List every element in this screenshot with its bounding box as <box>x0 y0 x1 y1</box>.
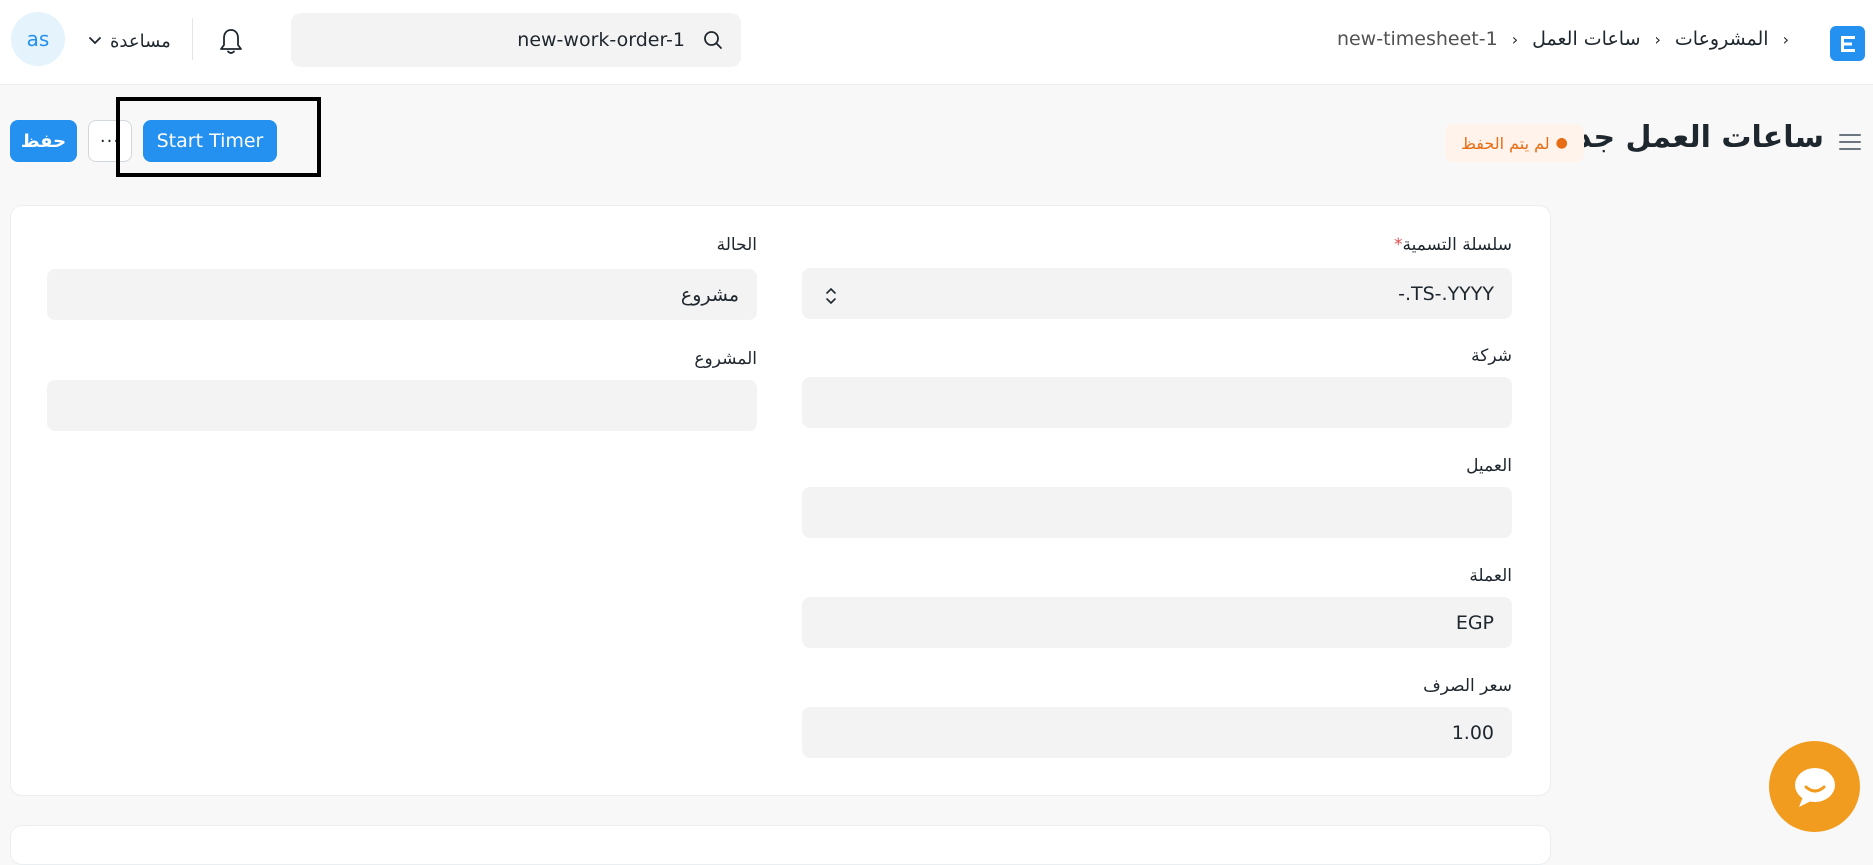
customer-label: العميل <box>1466 456 1512 476</box>
currency-label: العملة <box>1469 566 1512 586</box>
search-bar[interactable] <box>291 13 741 67</box>
next-section-card <box>10 825 1551 865</box>
select-arrows-icon <box>826 287 836 305</box>
status-label: لم يتم الحفظ <box>1461 133 1550 153</box>
project-field[interactable] <box>47 380 757 431</box>
help-label: مساعدة <box>110 30 171 52</box>
breadcrumb-separator: › <box>1782 29 1789 49</box>
app-logo[interactable] <box>1830 26 1865 61</box>
naming-series-label: *سلسلة التسمية <box>1394 235 1512 255</box>
exchange-rate-label: سعر الصرف <box>1423 676 1512 696</box>
chat-button[interactable] <box>1769 741 1860 832</box>
breadcrumb-separator: › <box>1511 29 1519 49</box>
customer-field[interactable] <box>802 487 1512 538</box>
erpnext-logo-icon <box>1840 35 1855 52</box>
naming-series-select[interactable]: -.TS-.YYYY <box>802 268 1512 319</box>
navbar-divider <box>192 18 193 60</box>
avatar[interactable]: as <box>11 12 65 66</box>
company-label: شركة <box>1471 346 1512 366</box>
breadcrumb: › المشروعات › ساعات العمل › new-timeshee… <box>1337 24 1803 54</box>
breadcrumb-timesheet[interactable]: ساعات العمل <box>1532 28 1640 50</box>
breadcrumb-separator: › <box>1654 29 1661 49</box>
save-button[interactable]: حفظ <box>10 120 77 162</box>
chevron-down-icon <box>89 37 101 45</box>
help-dropdown[interactable]: مساعدة <box>88 26 171 56</box>
required-mark: * <box>1394 235 1403 255</box>
chat-icon <box>1794 767 1835 807</box>
more-actions-button[interactable]: ··· <box>88 120 132 162</box>
navbar: › المشروعات › ساعات العمل › new-timeshee… <box>0 0 1873 85</box>
currency-field[interactable]: EGP <box>802 597 1512 648</box>
project-label: المشروع <box>694 349 757 369</box>
page-title: ساعات العمل جديد <box>1547 120 1824 155</box>
exchange-rate-field[interactable]: 1.00 <box>802 707 1512 758</box>
status-field[interactable]: مشروع <box>47 269 757 320</box>
search-icon <box>704 31 722 49</box>
status-label: الحالة <box>716 235 757 255</box>
menu-icon[interactable] <box>1838 132 1862 152</box>
status-dot-icon: ● <box>1555 135 1568 151</box>
bell-icon[interactable] <box>217 26 245 56</box>
breadcrumb-current: new-timesheet-1 <box>1336 28 1498 50</box>
breadcrumb-projects[interactable]: المشروعات <box>1675 28 1769 50</box>
company-field[interactable] <box>802 377 1512 428</box>
status-badge: لم يتم الحفظ ● <box>1445 124 1584 162</box>
search-input[interactable] <box>307 13 685 67</box>
start-timer-button[interactable]: Start Timer <box>143 120 277 162</box>
